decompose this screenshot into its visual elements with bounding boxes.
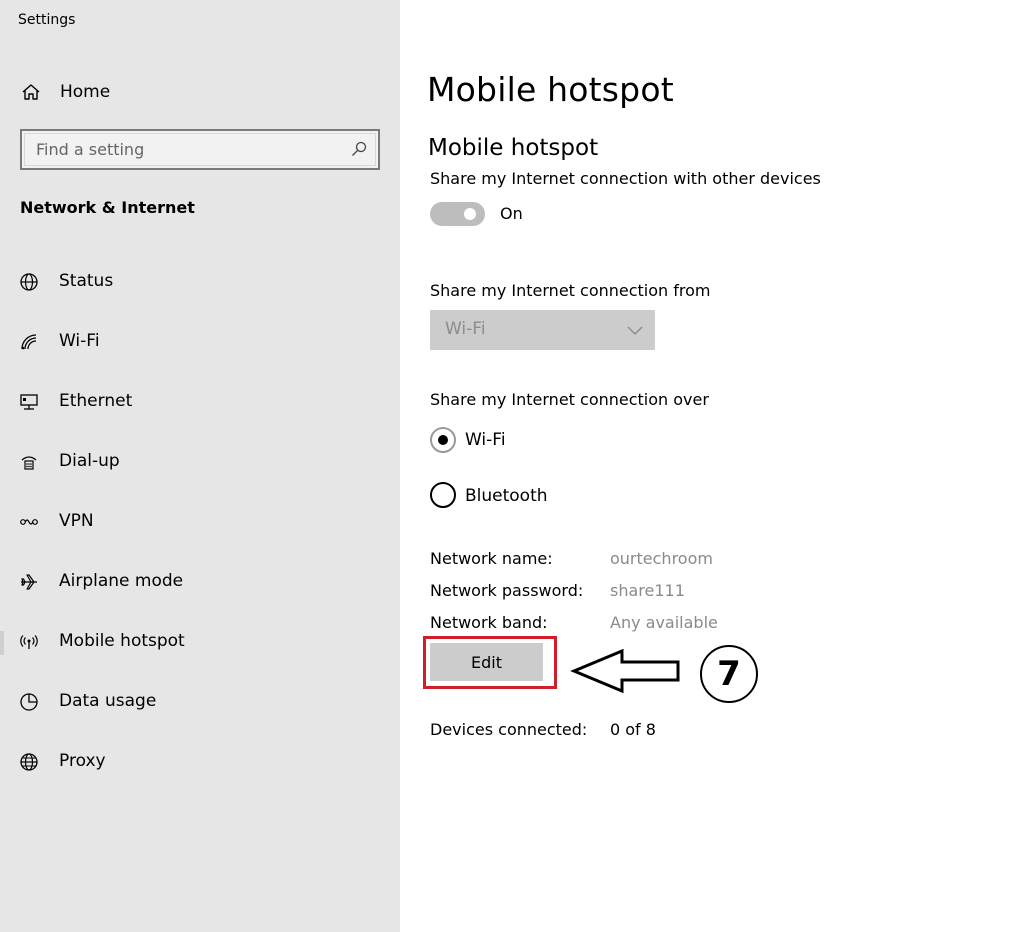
- home-link[interactable]: Home: [20, 80, 110, 104]
- sidebar-item-label: Airplane mode: [59, 571, 184, 591]
- pointer-arrow-icon: [570, 648, 680, 694]
- sidebar: Settings Home Network & Internet Status …: [0, 0, 400, 932]
- sidebar-item-dialup[interactable]: Dial-up: [0, 442, 400, 482]
- sidebar-item-label: Dial-up: [59, 451, 120, 471]
- sidebar-item-label: Data usage: [59, 691, 157, 711]
- search-box[interactable]: [20, 129, 380, 170]
- page-title: Mobile hotspot: [427, 70, 674, 109]
- edit-button[interactable]: Edit: [430, 643, 543, 681]
- network-name-value: ourtechroom: [610, 549, 713, 568]
- network-band-label: Network band:: [430, 613, 548, 632]
- share-label: Share my Internet connection with other …: [430, 169, 821, 188]
- radio-dot: [438, 435, 448, 445]
- section-title: Mobile hotspot: [428, 135, 599, 161]
- toggle-state: On: [500, 204, 523, 223]
- sidebar-item-proxy[interactable]: Proxy: [0, 742, 400, 782]
- share-from-value: Wi-Fi: [445, 319, 486, 339]
- sidebar-item-label: Wi-Fi: [59, 331, 100, 351]
- network-band-value: Any available: [610, 613, 718, 632]
- bluetooth-radio-label: Bluetooth: [465, 486, 548, 506]
- sidebar-item-data-usage[interactable]: Data usage: [0, 682, 400, 722]
- sidebar-item-status[interactable]: Status: [0, 262, 400, 302]
- devices-connected-value: 0 of 8: [610, 720, 656, 739]
- wifi-radio-label: Wi-Fi: [465, 430, 506, 450]
- home-label: Home: [60, 82, 111, 102]
- hotspot-icon: [18, 631, 40, 653]
- share-from-select[interactable]: Wi-Fi: [430, 310, 655, 350]
- vpn-icon: [18, 511, 40, 533]
- main-content: Mobile hotspot Mobile hotspot Share my I…: [400, 0, 1019, 932]
- ethernet-icon: [18, 391, 40, 413]
- sidebar-item-label: Status: [59, 271, 114, 291]
- dialup-icon: [18, 451, 40, 473]
- step-number-badge: 7: [700, 645, 758, 703]
- search-icon[interactable]: [350, 140, 368, 158]
- globe-status-icon: [18, 271, 40, 293]
- sidebar-item-wifi[interactable]: Wi-Fi: [0, 322, 400, 362]
- wifi-radio[interactable]: [430, 427, 456, 453]
- wifi-icon: [18, 331, 40, 353]
- toggle-knob: [464, 208, 476, 220]
- sidebar-item-label: Ethernet: [59, 391, 133, 411]
- search-input[interactable]: [36, 137, 336, 161]
- sidebar-item-label: Mobile hotspot: [59, 631, 185, 651]
- network-password-label: Network password:: [430, 581, 584, 600]
- sidebar-item-mobile-hotspot[interactable]: Mobile hotspot: [0, 622, 400, 662]
- bluetooth-radio[interactable]: [430, 482, 456, 508]
- globe-icon: [18, 751, 40, 773]
- share-from-label: Share my Internet connection from: [430, 281, 711, 300]
- network-name-label: Network name:: [430, 549, 553, 568]
- section-title: Network & Internet: [20, 198, 195, 217]
- sidebar-item-label: Proxy: [59, 751, 106, 771]
- network-password-value: share111: [610, 581, 685, 600]
- sidebar-item-label: VPN: [59, 511, 94, 531]
- hotspot-toggle[interactable]: [430, 202, 485, 226]
- devices-connected-label: Devices connected:: [430, 720, 588, 739]
- airplane-icon: [18, 571, 40, 593]
- pie-chart-icon: [18, 691, 40, 713]
- sidebar-item-airplane-mode[interactable]: Airplane mode: [0, 562, 400, 602]
- sidebar-item-vpn[interactable]: VPN: [0, 502, 400, 542]
- share-over-label: Share my Internet connection over: [430, 390, 709, 409]
- home-icon: [20, 81, 42, 103]
- selection-indicator: [0, 631, 4, 655]
- sidebar-item-ethernet[interactable]: Ethernet: [0, 382, 400, 422]
- chevron-down-icon: [627, 322, 643, 338]
- app-title: Settings: [18, 12, 76, 28]
